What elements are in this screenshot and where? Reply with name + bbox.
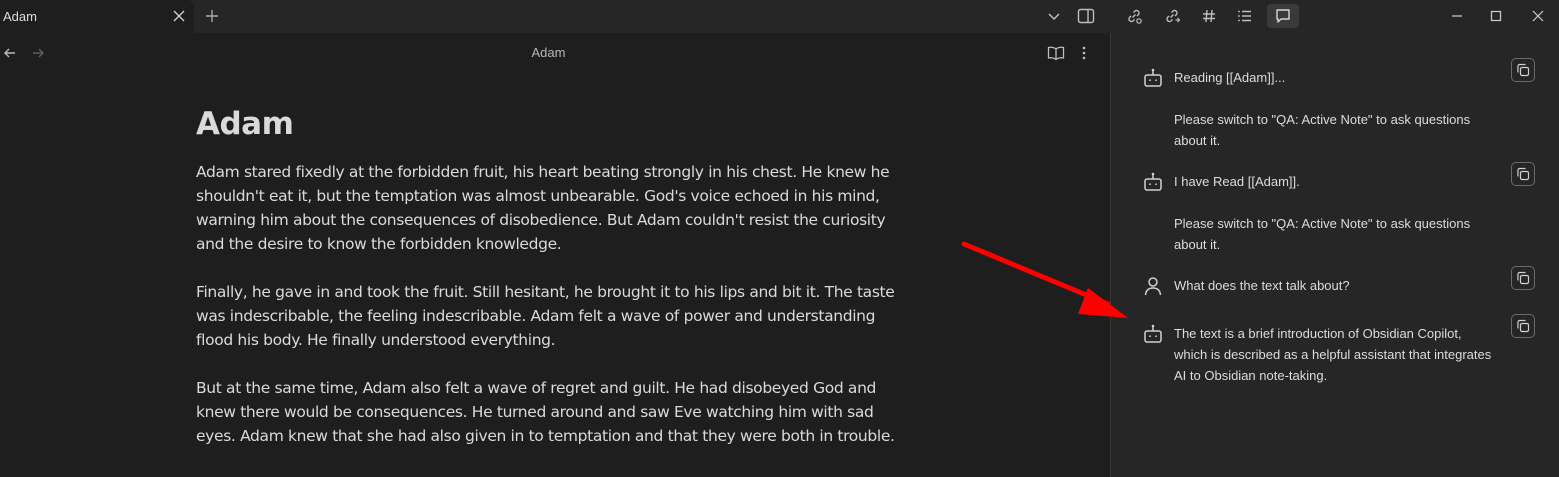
unlink-icon[interactable] bbox=[1161, 5, 1183, 27]
title-bar: Adam bbox=[0, 0, 1559, 34]
annotation-arrow bbox=[961, 241, 1128, 318]
sidebar-toggle-icon[interactable] bbox=[1075, 5, 1097, 27]
user-icon bbox=[1142, 275, 1164, 297]
link-icon[interactable] bbox=[1123, 5, 1145, 27]
chat-message-note: Please switch to "QA: Active Note" to as… bbox=[1174, 216, 1471, 252]
bot-icon bbox=[1142, 171, 1164, 193]
book-open-icon[interactable] bbox=[1047, 45, 1065, 61]
view-title: Adam bbox=[531, 45, 566, 60]
chevron-down-icon[interactable] bbox=[1043, 5, 1065, 27]
list-icon[interactable] bbox=[1234, 5, 1256, 27]
copy-button[interactable] bbox=[1511, 58, 1535, 82]
chat-message-text: I have Read [[Adam]]. bbox=[1174, 174, 1300, 189]
copy-button[interactable] bbox=[1511, 314, 1535, 338]
note-paragraph-2[interactable]: Finally, he gave in and took the fruit. … bbox=[196, 280, 896, 352]
chat-message-note: Please switch to "QA: Active Note" to as… bbox=[1174, 112, 1471, 148]
chat-message-text: What does the text talk about? bbox=[1174, 278, 1350, 293]
hash-icon[interactable] bbox=[1198, 5, 1220, 27]
chat-message-text: Reading [[Adam]]... bbox=[1174, 70, 1286, 85]
tab-adam[interactable]: Adam bbox=[0, 0, 194, 34]
close-icon[interactable] bbox=[171, 8, 187, 24]
note-paragraph-3[interactable]: But at the same time, Adam also felt a w… bbox=[196, 376, 896, 448]
copy-icon bbox=[1517, 63, 1530, 77]
maximize-icon[interactable] bbox=[1485, 5, 1507, 27]
copy-icon bbox=[1517, 319, 1530, 333]
window-close-icon[interactable] bbox=[1527, 5, 1549, 27]
chat-icon[interactable] bbox=[1267, 4, 1299, 28]
copy-button[interactable] bbox=[1511, 266, 1535, 290]
copy-button[interactable] bbox=[1511, 162, 1535, 186]
bot-icon bbox=[1142, 323, 1164, 345]
tab-title: Adam bbox=[3, 9, 37, 24]
note-paragraph-1[interactable]: Adam stared fixedly at the forbidden fru… bbox=[196, 160, 896, 256]
copilot-chat-panel: Reading [[Adam]]... Please switch to "QA… bbox=[1111, 33, 1559, 477]
copy-icon bbox=[1517, 167, 1530, 181]
editor-pane: Adam Adam Adam stared fixedly at the for… bbox=[0, 33, 1110, 477]
plus-icon[interactable] bbox=[203, 7, 221, 25]
more-vertical-icon[interactable] bbox=[1078, 45, 1090, 61]
minimize-icon[interactable] bbox=[1446, 5, 1468, 27]
bot-icon bbox=[1142, 67, 1164, 89]
note-title: Adam bbox=[196, 106, 294, 142]
copy-icon bbox=[1517, 271, 1530, 285]
chat-message-text: The text is a brief introduction of Obsi… bbox=[1174, 326, 1492, 383]
